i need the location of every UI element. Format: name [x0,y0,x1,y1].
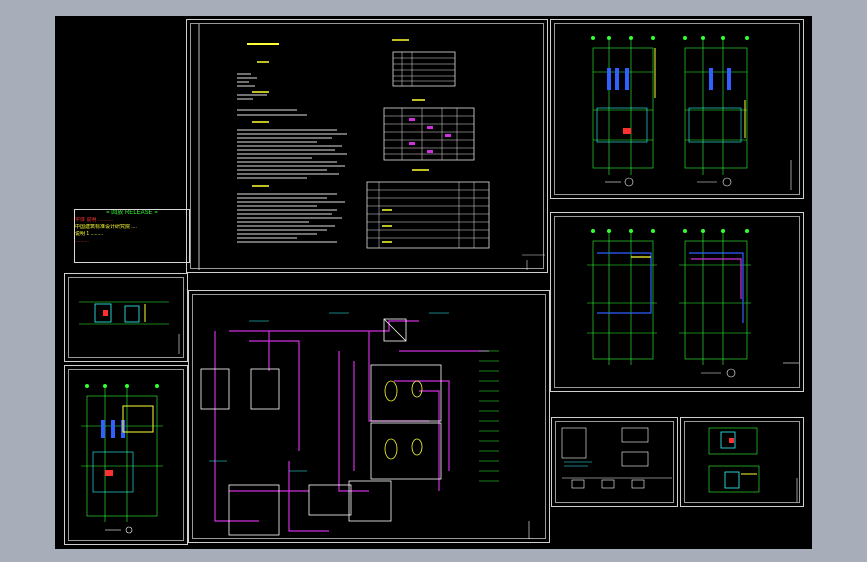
details-bottom-right-b[interactable] [680,417,804,507]
section-small-drawing [79,301,180,354]
system-schematic-center[interactable] [188,290,550,543]
floor-plan-top-right-drawing [591,36,792,190]
floor-plan-bottom-left[interactable] [64,365,188,545]
release-line-3: 中国建筑标准设计研究院 .... [75,224,137,230]
release-stamp: = 回放 RELEASE = 字体 说明 ........... 中国建筑标准设… [74,209,190,263]
design-notes-sheet[interactable] [186,19,548,273]
floor-plan-middle-right[interactable] [550,212,804,392]
design-notes-drawing [198,24,545,270]
drawing-canvas[interactable]: = 回放 RELEASE = 字体 说明 ........... 中国建筑标准设… [55,16,812,549]
release-line-4: 说明 1 ......... [75,231,104,237]
details-b-drawing [708,427,798,502]
release-line-1: = 回放 RELEASE = [106,210,158,216]
floor-plan-middle-right-drawing [587,229,799,378]
section-small-left[interactable] [64,273,188,362]
floor-plan-bottom-left-drawing [81,384,163,534]
release-line-2: 字体 说明 ........... [75,217,114,223]
details-a-drawing [561,427,672,489]
floor-plan-top-right[interactable] [550,19,804,199]
release-line-5: .......... [75,238,89,244]
system-schematic-drawing [200,312,530,539]
details-bottom-right-a[interactable] [551,417,678,507]
